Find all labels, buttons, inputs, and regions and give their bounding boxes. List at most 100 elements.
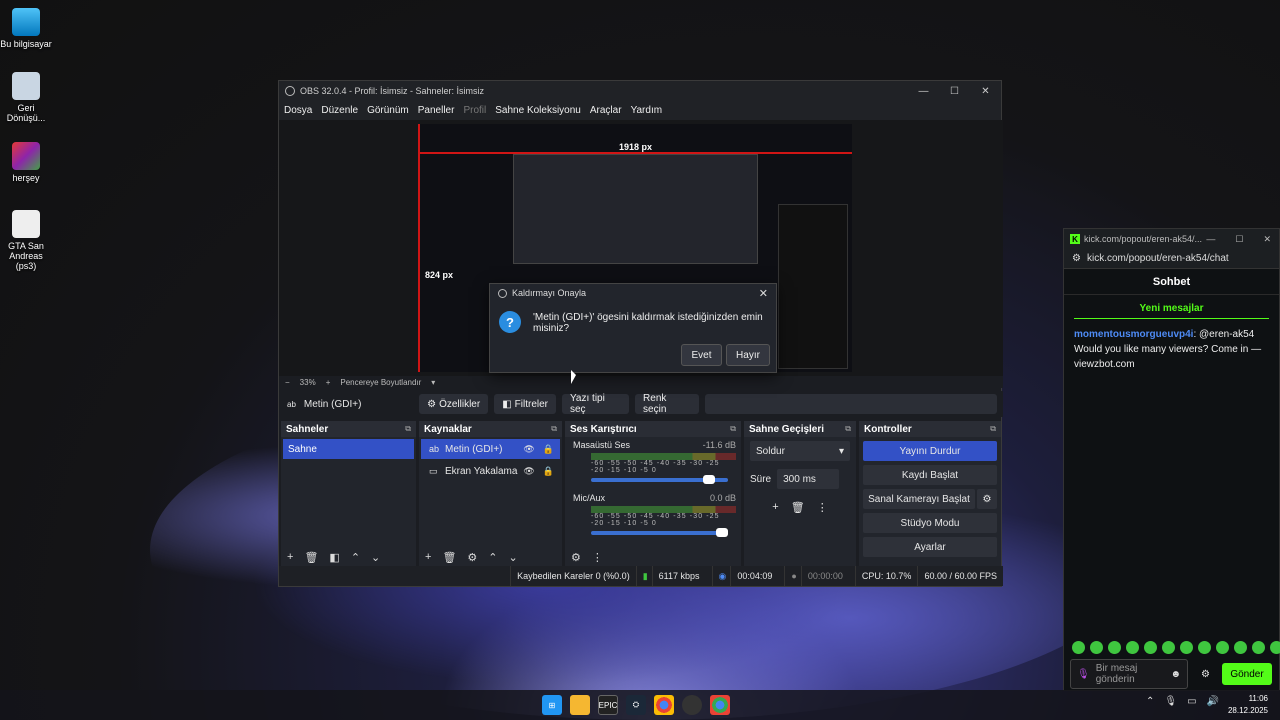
emote-icon[interactable] [1090, 641, 1103, 654]
maximize-icon[interactable]: ☐ [1235, 234, 1243, 245]
add-icon[interactable]: + [772, 501, 778, 514]
desktop-icon-gta[interactable]: GTA San Andreas (ps3) [0, 210, 54, 271]
menu-view[interactable]: Görünüm [367, 105, 409, 116]
zoom-mode[interactable]: Pencereye Boyutlandır [340, 378, 421, 387]
slider-knob[interactable] [703, 475, 716, 484]
address-bar[interactable]: ⚙ kick.com/popout/eren-ak54/chat [1064, 249, 1279, 269]
more-icon[interactable]: ⋮ [817, 501, 828, 514]
volume-icon[interactable]: 🔊 [1207, 696, 1219, 707]
trash-icon[interactable]: 🗑 [791, 501, 805, 514]
undock-icon[interactable]: ⧉ [845, 424, 851, 434]
filter-icon[interactable]: ◧ [329, 551, 339, 564]
lock-icon[interactable]: 🔒 [543, 444, 554, 455]
color-button[interactable]: Renk seçin [635, 393, 699, 415]
emote-icon[interactable] [1162, 641, 1175, 654]
steam-icon[interactable]: ⛭ [626, 695, 646, 715]
network-icon[interactable]: ▭ [1187, 696, 1196, 707]
desktop-icon-this-pc[interactable]: Bu bilgisayar [0, 8, 54, 49]
close-icon[interactable]: ✕ [1263, 234, 1271, 245]
site-settings-icon[interactable]: ⚙ [1072, 253, 1081, 264]
gear-icon[interactable]: ⚙ [571, 551, 581, 564]
emote-icon[interactable] [1072, 641, 1085, 654]
eye-icon[interactable]: 👁 [523, 466, 534, 477]
menu-docks[interactable]: Paneller [418, 105, 455, 116]
emote-icon[interactable] [1234, 641, 1247, 654]
studio-mode-button[interactable]: Stüdyo Modu [863, 513, 997, 533]
zoom-out-button[interactable]: − [285, 378, 290, 387]
chevron-up-icon[interactable]: ⌃ [1146, 696, 1154, 707]
source-item[interactable]: ab Metin (GDI+) 👁 🔒 [421, 439, 560, 459]
gear-icon[interactable]: ⚙ [977, 489, 997, 509]
volume-slider[interactable] [591, 528, 728, 537]
undock-icon[interactable]: ⧉ [990, 424, 996, 434]
menu-edit[interactable]: Düzenle [321, 105, 358, 116]
undock-icon[interactable]: ⧉ [730, 424, 736, 434]
desktop-icon-recycle-bin[interactable]: Geri Dönüşü... [0, 72, 54, 123]
chevron-down-icon[interactable]: ▾ [431, 378, 435, 387]
scene-item[interactable]: Sahne [283, 439, 414, 459]
eye-icon[interactable]: 👁 [523, 444, 534, 455]
properties-button[interactable]: ⚙ Özellikler [419, 394, 489, 414]
chrome-icon[interactable] [654, 695, 674, 715]
gear-icon[interactable]: ⚙ [1201, 669, 1210, 680]
chat-input[interactable]: 🎙 Bir mesaj gönderin ☻ [1070, 659, 1188, 689]
file-explorer-icon[interactable] [570, 695, 590, 715]
windows-start-icon[interactable]: ⊞ [542, 695, 562, 715]
close-icon[interactable]: ✕ [759, 287, 768, 300]
emote-icon[interactable] [1216, 641, 1229, 654]
undock-icon[interactable]: ⧉ [551, 424, 557, 434]
emote-icon[interactable] [1270, 641, 1280, 654]
menu-tools[interactable]: Araçlar [590, 105, 622, 116]
microphone-icon[interactable]: 🎙 [1164, 696, 1177, 707]
virtual-camera-button[interactable]: Sanal Kamerayı Başlat [863, 489, 975, 509]
font-button[interactable]: Yazı tipi seç [562, 393, 630, 415]
stop-streaming-button[interactable]: Yayını Durdur [863, 441, 997, 461]
emote-icon[interactable] [1144, 641, 1157, 654]
volume-slider[interactable] [591, 475, 728, 484]
add-icon[interactable]: + [287, 551, 293, 563]
gear-icon[interactable]: ⚙ [467, 551, 477, 564]
settings-button[interactable]: Ayarlar [863, 537, 997, 557]
send-button[interactable]: Gönder [1222, 663, 1272, 685]
menu-scene-collection[interactable]: Sahne Koleksiyonu [495, 105, 581, 116]
more-icon[interactable]: ⋮ [592, 551, 603, 564]
no-button[interactable]: Hayır [726, 344, 770, 366]
add-icon[interactable]: + [425, 551, 431, 563]
emote-icon[interactable] [1180, 641, 1193, 654]
text-input[interactable] [704, 394, 997, 414]
start-recording-button[interactable]: Kaydı Başlat [863, 465, 997, 485]
emote-icon[interactable] [1252, 641, 1265, 654]
trash-icon[interactable]: 🗑 [442, 551, 456, 564]
lock-icon[interactable]: 🔒 [543, 466, 554, 477]
yes-button[interactable]: Evet [681, 344, 722, 366]
chevron-down-icon[interactable]: ⌄ [509, 551, 518, 564]
epic-games-icon[interactable]: EPIC [598, 695, 618, 715]
duration-input[interactable]: 300 ms [777, 469, 840, 489]
microphone-icon[interactable]: 🎙 [1077, 669, 1090, 680]
desktop-icon-hersey[interactable]: herşey [0, 142, 54, 183]
chat-username[interactable]: momentousmorgueuvp4i [1074, 329, 1193, 340]
chrome-icon[interactable] [710, 695, 730, 715]
close-icon[interactable]: ✕ [970, 86, 1001, 97]
undock-icon[interactable]: ⧉ [405, 424, 411, 434]
trash-icon[interactable]: 🗑 [304, 551, 318, 564]
source-item[interactable]: ▭ Ekran Yakalama 👁 🔒 [421, 461, 560, 481]
emote-icon[interactable] [1126, 641, 1139, 654]
emoji-icon[interactable]: ☻ [1170, 669, 1181, 680]
minimize-icon[interactable]: — [908, 86, 939, 97]
menu-help[interactable]: Yardım [631, 105, 663, 116]
obs-icon[interactable] [682, 695, 702, 715]
chevron-up-icon[interactable]: ⌃ [351, 551, 360, 564]
filters-button[interactable]: ◧ Filtreler [494, 394, 556, 414]
transition-select[interactable]: Soldur ▾ [750, 441, 850, 461]
emote-icon[interactable] [1198, 641, 1211, 654]
minimize-icon[interactable]: — [1206, 234, 1215, 245]
menu-profile[interactable]: Profil [463, 105, 486, 116]
chevron-down-icon[interactable]: ⌄ [371, 551, 380, 564]
clock[interactable]: 11:06 28.12.2025 [1228, 693, 1268, 717]
emote-icon[interactable] [1108, 641, 1121, 654]
chevron-up-icon[interactable]: ⌃ [488, 551, 497, 564]
zoom-in-button[interactable]: + [326, 378, 331, 387]
slider-knob[interactable] [716, 528, 728, 537]
menu-file[interactable]: Dosya [284, 105, 312, 116]
